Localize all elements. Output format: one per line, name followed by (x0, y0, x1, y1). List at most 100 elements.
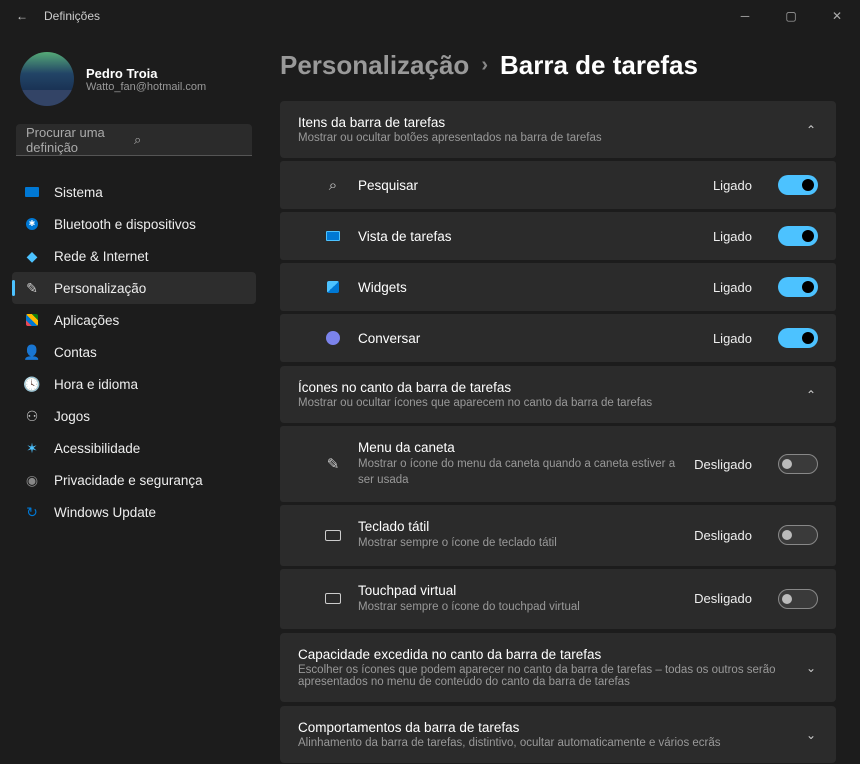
section-overflow: Capacidade excedida no canto da barra de… (280, 633, 836, 702)
maximize-button[interactable]: ▢ (768, 0, 814, 32)
sidebar-item-privacidade-e-seguran-a[interactable]: ◉ Privacidade e segurança (12, 464, 256, 496)
nav-icon: ✶ (24, 440, 40, 456)
profile-block[interactable]: Pedro Troia Watto_fan@hotmail.com (12, 44, 256, 122)
titlebar: ← Definições ─ ▢ ✕ (0, 0, 860, 32)
toggle-switch[interactable] (778, 277, 818, 297)
chevron-right-icon: › (481, 54, 488, 77)
section-subtitle: Mostrar ou ocultar botões apresentados n… (298, 132, 786, 144)
row-icon (324, 231, 342, 241)
sidebar-item-label: Jogos (54, 409, 90, 424)
window-title: Definições (44, 9, 722, 23)
section-taskbar-items: Itens da barra de tarefas Mostrar ou ocu… (280, 101, 836, 362)
row-desc: Mostrar sempre o ícone do touchpad virtu… (358, 600, 678, 616)
breadcrumb-root[interactable]: Personalização (280, 50, 469, 81)
nav-icon: ◉ (24, 472, 40, 488)
close-button[interactable]: ✕ (814, 0, 860, 32)
section-header-overflow[interactable]: Capacidade excedida no canto da barra de… (280, 633, 836, 702)
row-label: Menu da caneta (358, 440, 678, 455)
toggle-state-label: Desligado (694, 528, 752, 543)
toggle-state-label: Ligado (713, 229, 752, 244)
sidebar-item-sistema[interactable]: Sistema (12, 176, 256, 208)
sidebar-item-hora-e-idioma[interactable]: 🕓 Hora e idioma (12, 368, 256, 400)
toggle-state-label: Desligado (694, 591, 752, 606)
sidebar-item-label: Rede & Internet (54, 249, 149, 264)
row-label: Teclado tátil (358, 519, 678, 534)
sidebar: Pedro Troia Watto_fan@hotmail.com Procur… (0, 32, 264, 764)
section-subtitle: Alinhamento da barra de tarefas, distint… (298, 737, 786, 749)
main-content: Personalização › Barra de tarefas Itens … (264, 32, 860, 764)
sidebar-item-label: Acessibilidade (54, 441, 140, 456)
row-icon (324, 281, 342, 293)
chevron-down-icon: ⌄ (806, 661, 816, 675)
section-header-taskbar-items[interactable]: Itens da barra de tarefas Mostrar ou ocu… (280, 101, 836, 158)
sidebar-item-label: Windows Update (54, 505, 156, 520)
search-input[interactable]: Procurar uma definição ⌕ (16, 124, 252, 156)
breadcrumb: Personalização › Barra de tarefas (280, 50, 836, 81)
row-label: Conversar (358, 331, 697, 346)
setting-row: Touchpad virtual Mostrar sempre o ícone d… (280, 569, 836, 630)
section-title: Itens da barra de tarefas (298, 115, 786, 130)
toggle-state-label: Ligado (713, 331, 752, 346)
sidebar-item-aplica-es[interactable]: Aplicações (12, 304, 256, 336)
setting-row: Vista de tarefas Ligado (280, 212, 836, 260)
toggle-switch[interactable] (778, 454, 818, 474)
sidebar-item-rede-internet[interactable]: ◆ Rede & Internet (12, 240, 256, 272)
nav-icon: 👤 (24, 344, 40, 360)
section-header-behaviors[interactable]: Comportamentos da barra de tarefas Alinh… (280, 706, 836, 763)
row-label: Touchpad virtual (358, 583, 678, 598)
sidebar-item-label: Personalização (54, 281, 146, 296)
section-corner-icons: Ícones no canto da barra de tarefas Most… (280, 366, 836, 629)
row-label: Widgets (358, 280, 697, 295)
nav-icon: ✱ (24, 216, 40, 232)
search-icon: ⌕ (134, 132, 242, 148)
setting-row: ✎ Menu da caneta Mostrar o ícone do menu d… (280, 426, 836, 502)
row-icon (324, 331, 342, 345)
sidebar-item-bluetooth-e-dispositivos[interactable]: ✱ Bluetooth e dispositivos (12, 208, 256, 240)
sidebar-item-label: Bluetooth e dispositivos (54, 217, 196, 232)
nav-icon: ↻ (24, 504, 40, 520)
toggle-switch[interactable] (778, 589, 818, 609)
sidebar-item-label: Privacidade e segurança (54, 473, 203, 488)
sidebar-item-acessibilidade[interactable]: ✶ Acessibilidade (12, 432, 256, 464)
minimize-button[interactable]: ─ (722, 0, 768, 32)
profile-name: Pedro Troia (86, 66, 206, 81)
nav-icon: 🕓 (24, 376, 40, 392)
row-desc: Mostrar sempre o ícone de teclado tátil (358, 536, 678, 552)
sidebar-item-label: Hora e idioma (54, 377, 138, 392)
toggle-switch[interactable] (778, 175, 818, 195)
section-title: Capacidade excedida no canto da barra de… (298, 647, 786, 662)
nav-icon: ◆ (24, 248, 40, 264)
toggle-state-label: Ligado (713, 178, 752, 193)
sidebar-item-personaliza-o[interactable]: ✎ Personalização (12, 272, 256, 304)
sidebar-item-label: Aplicações (54, 313, 119, 328)
sidebar-item-windows-update[interactable]: ↻ Windows Update (12, 496, 256, 528)
section-header-corner-icons[interactable]: Ícones no canto da barra de tarefas Most… (280, 366, 836, 423)
nav-icon: ⚇ (24, 408, 40, 424)
setting-row: Widgets Ligado (280, 263, 836, 311)
sidebar-item-contas[interactable]: 👤 Contas (12, 336, 256, 368)
sidebar-item-jogos[interactable]: ⚇ Jogos (12, 400, 256, 432)
chevron-up-icon: ⌃ (806, 388, 816, 402)
page-title: Barra de tarefas (500, 50, 698, 81)
toggle-state-label: Ligado (713, 280, 752, 295)
sidebar-item-label: Contas (54, 345, 97, 360)
toggle-switch[interactable] (778, 328, 818, 348)
nav-icon (24, 184, 40, 200)
row-icon: ✎ (324, 455, 342, 473)
search-placeholder: Procurar uma definição (26, 125, 134, 155)
setting-row: Conversar Ligado (280, 314, 836, 362)
avatar (20, 52, 74, 106)
section-title: Comportamentos da barra de tarefas (298, 720, 786, 735)
row-desc: Mostrar o ícone do menu da caneta quando… (358, 457, 678, 488)
toggle-switch[interactable] (778, 226, 818, 246)
section-subtitle: Mostrar ou ocultar ícones que aparecem n… (298, 397, 786, 409)
chevron-up-icon: ⌃ (806, 123, 816, 137)
row-label: Pesquisar (358, 178, 697, 193)
back-button[interactable]: ← (16, 9, 28, 23)
row-icon (324, 593, 342, 604)
row-label: Vista de tarefas (358, 229, 697, 244)
profile-email: Watto_fan@hotmail.com (86, 81, 206, 93)
nav-icon: ✎ (24, 280, 40, 296)
row-icon (324, 530, 342, 541)
toggle-switch[interactable] (778, 525, 818, 545)
